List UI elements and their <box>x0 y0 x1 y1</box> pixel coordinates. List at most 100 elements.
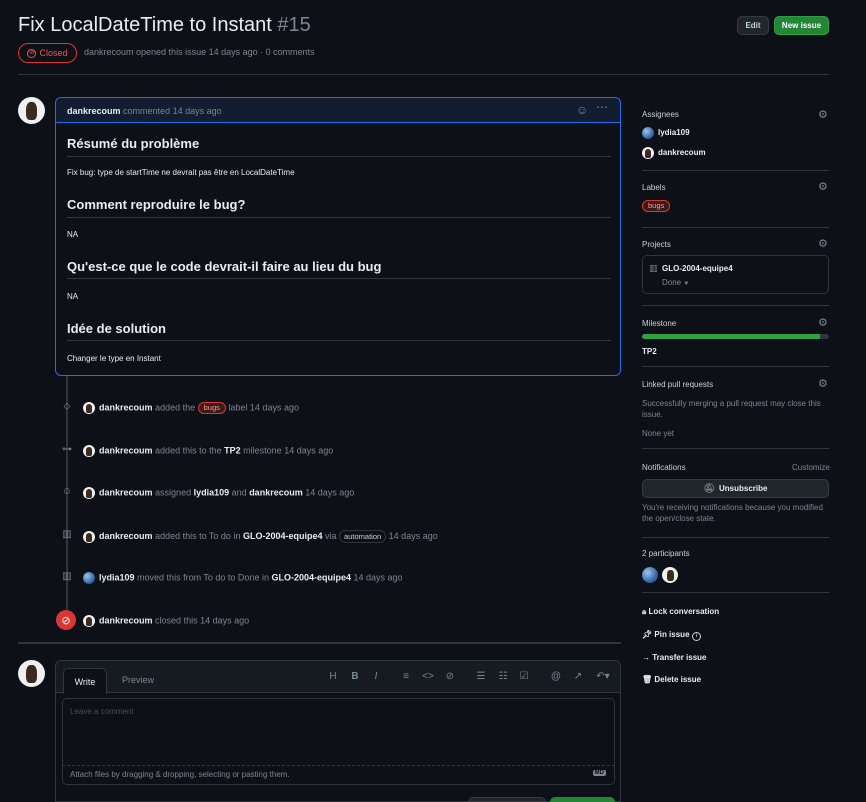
label-bugs[interactable]: bugs <box>642 200 671 212</box>
heading-icon[interactable]: H <box>326 671 340 682</box>
event-user[interactable]: dankrecoum <box>99 615 153 625</box>
delete-issue[interactable]: 🗑︎ Delete issue <box>642 675 701 684</box>
event-user[interactable]: dankrecoum <box>99 531 153 541</box>
avatar[interactable] <box>83 445 95 457</box>
assignee-link[interactable]: lydia109 <box>194 487 230 497</box>
event-text: label <box>228 402 248 413</box>
italic-icon[interactable]: I <box>369 671 383 682</box>
unsubscribe-label: Unsubscribe <box>718 484 768 493</box>
linked-prs-description: Successfully merging a pull request may … <box>642 399 821 419</box>
participant-avatar[interactable] <box>642 567 658 583</box>
avatar <box>642 127 654 139</box>
linked-prs-none: None yet <box>642 429 675 438</box>
pin-issue[interactable]: 📌︎ Pin issue i <box>642 630 701 641</box>
projects-heading[interactable]: Projects <box>642 240 671 249</box>
event-time[interactable]: 14 days ago <box>250 402 299 412</box>
pin-label: Pin issue <box>654 630 690 639</box>
bold-icon[interactable]: B <box>348 671 362 682</box>
new-issue-button[interactable]: New issue <box>774 16 829 35</box>
event-user[interactable]: dankrecoum <box>99 445 153 455</box>
mention-icon[interactable]: @ <box>549 671 563 682</box>
trash-icon: 🗑︎ <box>642 675 653 684</box>
event-time[interactable]: 14 days ago <box>389 531 438 541</box>
milestone-heading[interactable]: Milestone <box>642 319 676 328</box>
unsubscribe-button[interactable]: 🔕︎ Unsubscribe <box>642 479 829 498</box>
event-text: via <box>325 530 337 541</box>
gear-icon[interactable]: ⚙ <box>818 377 828 390</box>
label-text[interactable]: bugs <box>642 200 671 212</box>
project-link[interactable]: GLO-2004-equipe4 <box>271 572 351 582</box>
lock-label: Lock conversation <box>648 607 720 616</box>
gear-icon[interactable]: ⚙ <box>818 237 828 250</box>
assignee[interactable]: lydia109 <box>642 127 690 139</box>
event-text: closed this <box>155 615 198 626</box>
labels-heading[interactable]: Labels <box>642 183 666 192</box>
event-time[interactable]: 14 days ago <box>354 572 403 582</box>
avatar[interactable] <box>83 402 95 414</box>
code-icon[interactable]: <> <box>421 671 435 682</box>
edit-button[interactable]: Edit <box>737 16 769 35</box>
event-user[interactable]: dankrecoum <box>99 487 153 497</box>
comment-time[interactable]: 14 days ago <box>173 106 222 116</box>
numbered-list-icon[interactable]: ☷ <box>496 671 510 682</box>
timeline-event: dankrecoum added this to To do in GLO-20… <box>83 530 438 543</box>
comment-input[interactable] <box>62 698 615 766</box>
tab-preview[interactable]: Preview <box>122 675 154 685</box>
sidebar-divider <box>642 366 829 367</box>
label-bugs[interactable]: bugs <box>197 402 226 414</box>
event-time[interactable]: 14 days ago <box>200 615 249 625</box>
event-time[interactable]: 14 days ago <box>305 487 354 497</box>
transfer-label: Transfer issue <box>652 653 707 662</box>
project-status[interactable]: Done ▼ <box>662 278 689 287</box>
gear-icon[interactable]: ⚙ <box>818 316 828 329</box>
avatar[interactable] <box>83 615 95 627</box>
attach-files[interactable]: Attach files by dragging & dropping, sel… <box>62 766 615 785</box>
issue-meta: dankrecoum opened this issue 14 days ago… <box>84 47 315 57</box>
milestone-name[interactable]: TP2 <box>642 347 657 356</box>
event-text: milestone <box>243 445 282 456</box>
kebab-menu-icon[interactable]: ⋯ <box>596 100 608 114</box>
transfer-issue[interactable]: → Transfer issue <box>642 653 706 662</box>
link-icon[interactable]: ⊘ <box>443 671 457 682</box>
gear-icon[interactable]: ⚙ <box>818 108 828 121</box>
assignee-link[interactable]: dankrecoum <box>249 487 303 497</box>
avatar[interactable] <box>83 530 95 543</box>
avatar <box>642 147 654 159</box>
assignee[interactable]: dankrecoum <box>642 147 706 159</box>
section-text: Changer le type en Instant <box>67 354 161 363</box>
section-heading: Comment reproduire le bug? <box>67 197 246 212</box>
linked-prs-heading[interactable]: Linked pull requests <box>642 380 713 389</box>
issue-number: #15 <box>277 14 311 36</box>
assignee-name[interactable]: dankrecoum <box>658 148 706 157</box>
comment-author[interactable]: dankrecoum <box>67 106 121 116</box>
smiley-icon[interactable]: ☺ <box>576 103 588 117</box>
event-user[interactable]: lydia109 <box>99 572 135 582</box>
current-user-avatar[interactable] <box>18 660 45 687</box>
assignee-name[interactable]: lydia109 <box>658 128 690 137</box>
tab-write[interactable]: Write <box>63 668 107 694</box>
timeline-event: dankrecoum added the bugs label 14 days … <box>83 402 299 414</box>
lock-conversation[interactable]: 🔒︎ Lock conversation <box>642 607 719 617</box>
bell-slash-icon: 🔕︎ <box>703 483 715 493</box>
author-avatar[interactable] <box>18 97 45 124</box>
reply-icon[interactable]: ↶▾ <box>594 671 612 682</box>
close-issue-button[interactable] <box>468 797 546 802</box>
participant-avatar[interactable] <box>662 567 678 583</box>
milestone-link[interactable]: TP2 <box>224 445 241 455</box>
project-name[interactable]: GLO-2004-equipe4 <box>662 264 733 273</box>
avatar[interactable] <box>83 487 95 499</box>
avatar[interactable] <box>83 572 95 584</box>
info-icon[interactable]: i <box>691 632 701 641</box>
reference-icon[interactable]: ↗ <box>571 671 585 682</box>
project-link[interactable]: GLO-2004-equipe4 <box>243 531 323 541</box>
quote-icon[interactable]: ≡ <box>399 671 413 682</box>
gear-icon[interactable]: ⚙ <box>818 180 828 193</box>
event-time[interactable]: 14 days ago <box>284 445 333 455</box>
bulleted-list-icon[interactable]: ☰ <box>474 671 488 682</box>
timeline-divider <box>18 642 621 644</box>
event-user[interactable]: dankrecoum <box>99 402 153 412</box>
assignees-heading[interactable]: Assignees <box>642 110 679 119</box>
task-list-icon[interactable]: ☑ <box>517 671 531 682</box>
customize-link[interactable]: Customize <box>792 463 830 472</box>
comment-button[interactable] <box>550 797 615 802</box>
